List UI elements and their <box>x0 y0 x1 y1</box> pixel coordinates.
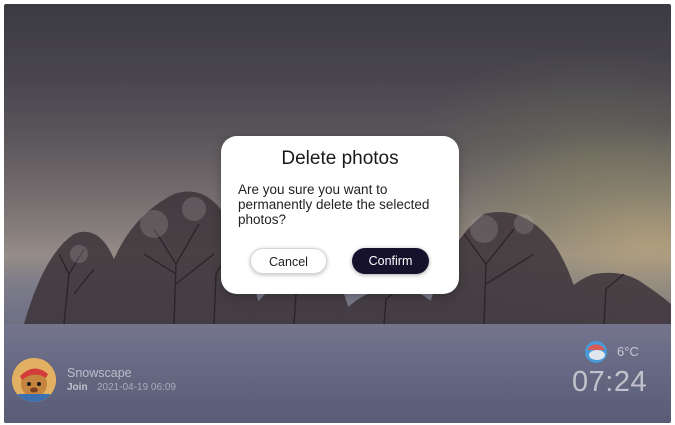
avatar-illustration <box>12 358 56 402</box>
temperature: 6°C <box>617 344 639 359</box>
clock-time: 07:24 <box>572 366 648 398</box>
join-label: Join <box>67 382 88 393</box>
confirm-button[interactable]: Confirm <box>352 248 429 274</box>
dialog-message: Are you sure you want to permanently del… <box>238 182 430 227</box>
album-name: Snowscape <box>67 366 132 380</box>
album-date: 2021-04-19 06:09 <box>97 382 176 393</box>
avatar <box>12 358 56 402</box>
dialog-title: Delete photos <box>281 148 399 169</box>
cancel-button[interactable]: Cancel <box>250 248 327 274</box>
partly-cloudy-icon <box>585 341 607 363</box>
